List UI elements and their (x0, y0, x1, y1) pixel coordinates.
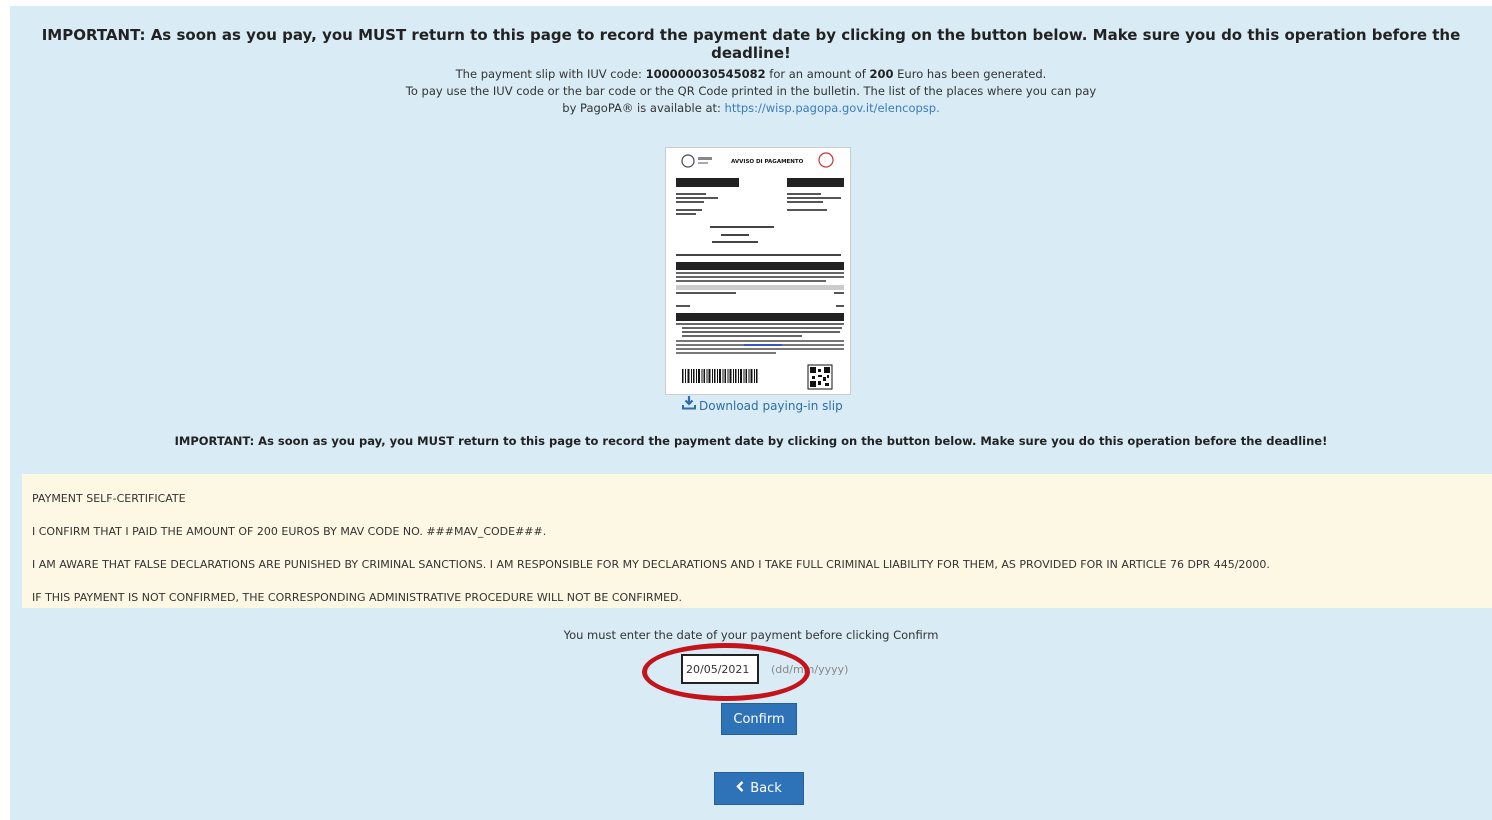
chevron-left-icon (736, 781, 744, 796)
certificate-line-1: I CONFIRM THAT I PAID THE AMOUNT OF 200 … (32, 525, 547, 538)
self-certificate-box: PAYMENT SELF-CERTIFICATE I CONFIRM THAT … (22, 474, 1492, 608)
confirm-label: Confirm (733, 711, 785, 727)
date-format-hint: (dd/mm/yyyy) (771, 663, 849, 676)
download-label: Download paying-in slip (699, 399, 843, 413)
back-button[interactable]: Back (714, 772, 804, 805)
slip-info-line3: by PagoPA® is available at: https://wisp… (562, 101, 940, 115)
important-notice-top: IMPORTANT: As soon as you pay, you MUST … (41, 26, 1461, 62)
certificate-line-3: IF THIS PAYMENT IS NOT CONFIRMED, THE CO… (32, 591, 683, 604)
date-prompt: You must enter the date of your payment … (563, 628, 939, 642)
amount: 200 (869, 67, 894, 81)
payment-slip-preview[interactable]: AVVISO DI PAGAMENTO (665, 147, 851, 395)
important-notice-middle: IMPORTANT: As soon as you pay, you MUST … (174, 434, 1328, 448)
pagopa-link[interactable]: https://wisp.pagopa.gov.it/elencopsp. (725, 101, 940, 115)
certificate-line-2: I AM AWARE THAT FALSE DECLARATIONS ARE P… (32, 558, 1270, 571)
slip-header-title: AVVISO DI PAGAMENTO (731, 159, 804, 165)
slip-info-line2: To pay use the IUV code or the bar code … (405, 84, 1097, 98)
slip-info-line1: The payment slip with IUV code: 10000003… (455, 67, 1047, 81)
download-slip-link[interactable]: Download paying-in slip (682, 395, 843, 413)
slip-info: The payment slip with IUV code: 10000003… (10, 66, 1492, 117)
main-panel: IMPORTANT: As soon as you pay, you MUST … (10, 6, 1492, 820)
slip-thumbnail: AVVISO DI PAGAMENTO (676, 152, 844, 390)
back-label: Back (750, 781, 782, 796)
confirm-button[interactable]: Confirm (721, 703, 797, 735)
iuv-code: 100000030545082 (645, 67, 766, 81)
download-icon (682, 395, 696, 413)
certificate-title: PAYMENT SELF-CERTIFICATE (32, 492, 186, 505)
payment-date-input[interactable] (681, 654, 759, 684)
